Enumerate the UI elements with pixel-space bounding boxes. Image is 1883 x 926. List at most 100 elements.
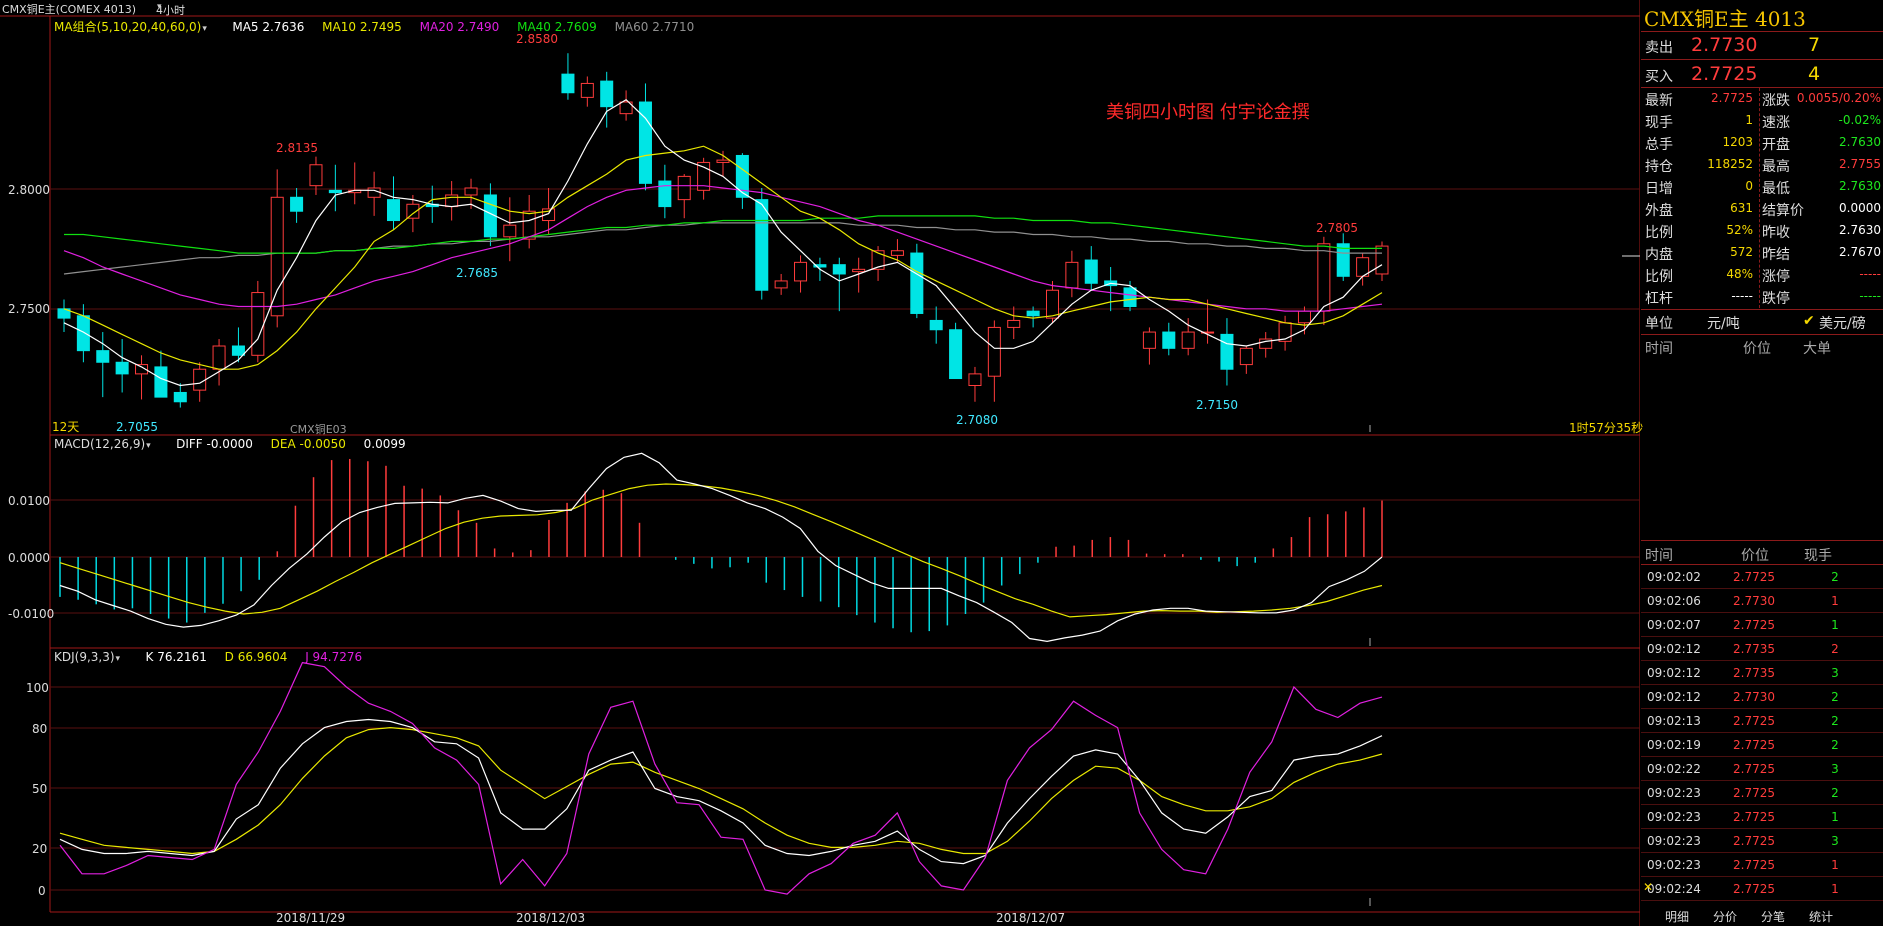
kdj-indicator-label[interactable]: KDJ(9,3,3): [54, 650, 115, 664]
quote-value: 0: [1745, 179, 1753, 193]
x-tick-label: 2018/12/07: [996, 911, 1066, 925]
candle-body: [580, 82, 594, 98]
y-tick-label: 0.0000: [8, 551, 50, 565]
candle-body: [677, 175, 691, 201]
quote-row: 内盘 572 昨结 2.7670: [1641, 242, 1883, 264]
unit-usd-option[interactable]: 美元/磅: [1819, 313, 1866, 333]
trade-row: 09:02:23 2.7725 1: [1641, 853, 1883, 877]
source-label: CMX铜E03: [290, 423, 347, 436]
price-label-high: 2.7805: [1316, 221, 1358, 235]
quote-row: 现手 1 速涨 -0.02%: [1641, 110, 1883, 132]
ma20-value: MA20 2.7490: [419, 20, 500, 34]
candle-body: [115, 361, 129, 375]
chart-canvas[interactable]: [0, 0, 1640, 926]
unit-yuan-option[interactable]: 元/吨: [1707, 313, 1740, 333]
candle-body: [386, 199, 401, 222]
quote-value: 118252: [1707, 157, 1753, 171]
tab-3[interactable]: 统计: [1809, 908, 1833, 925]
candle-body: [328, 189, 342, 194]
candle-body: [1084, 259, 1098, 284]
candle-body: [832, 264, 846, 275]
tab-0[interactable]: 明细: [1665, 908, 1689, 925]
candle-body: [1297, 310, 1311, 324]
trade-row: 09:02:13 2.7725 2: [1641, 709, 1883, 733]
quote-key: 最新: [1645, 93, 1673, 109]
trade-price: 2.7725: [1733, 738, 1775, 752]
kdj-header: KDJ(9,3,3)▾ K 76.2161 D 66.9604 J 94.727…: [54, 650, 376, 666]
kdj-d-value: D 66.9604: [224, 650, 288, 664]
detail-tabs: 明细 分价 分笔 统计: [1657, 906, 1883, 926]
trade-volume: 1: [1831, 882, 1839, 896]
chevron-down-icon[interactable]: ▾: [146, 441, 151, 451]
trade-time: 09:02:12: [1647, 690, 1701, 704]
trade-row: 09:02:12 2.7735 2: [1641, 637, 1883, 661]
kdj-j-value: J 94.7276: [305, 650, 363, 664]
candle-body: [987, 326, 1001, 377]
candle-body: [1123, 287, 1137, 308]
trade-volume: 2: [1831, 570, 1839, 584]
quote-value: 2.7630: [1839, 135, 1881, 149]
x-tick-label: 2018/12/03: [516, 911, 586, 925]
ma-indicator-label[interactable]: MA组合(5,10,20,40,60,0): [54, 20, 201, 34]
candle-body: [600, 80, 614, 108]
y-tick-label: 0: [38, 884, 46, 898]
quote-key: 外盘: [1645, 203, 1673, 219]
candle-body: [290, 196, 304, 212]
price-label-low: 2.7080: [956, 413, 998, 427]
tab-1[interactable]: 分价: [1713, 908, 1737, 925]
sell-row[interactable]: 卖出 2.7730 7: [1641, 31, 1883, 59]
ma5-value: MA5 2.7636: [232, 20, 305, 34]
trade-row: 09:02:24 2.7725 1: [1641, 877, 1883, 901]
quote-value: -----: [1859, 289, 1881, 303]
candle-body: [755, 199, 769, 291]
candle-body: [929, 319, 943, 331]
cursor-icon: ✕: [1643, 880, 1654, 894]
big-time-header: 时间: [1645, 341, 1673, 357]
kdj-j-line: [59, 661, 1383, 895]
trade-row: 09:02:23 2.7725 2: [1641, 781, 1883, 805]
trade-list-header: 时间 价位 现手: [1641, 543, 1883, 565]
quote-row: 杠杆 ----- 跌停 -----: [1641, 286, 1883, 308]
trade-time-header: 时间: [1645, 548, 1673, 564]
trade-volume: 2: [1831, 642, 1839, 656]
candle-body: [1375, 245, 1389, 275]
quote-key: 跌停: [1762, 291, 1790, 307]
macd-value: 0.0099: [363, 437, 406, 451]
trade-time: 09:02:12: [1647, 666, 1701, 680]
chevron-down-icon[interactable]: ▾: [116, 654, 121, 664]
candle-body: [1317, 243, 1331, 312]
trade-volume: 1: [1831, 594, 1839, 608]
quote-value: 1203: [1722, 135, 1753, 149]
candle-body: [910, 252, 924, 314]
trade-time: 09:02:23: [1647, 834, 1701, 848]
kdj-k-line: [59, 718, 1383, 865]
candle-body: [251, 292, 265, 356]
y-tick-label: 100: [26, 681, 49, 695]
trade-price: 2.7725: [1733, 570, 1775, 584]
tab-2[interactable]: 分笔: [1761, 908, 1785, 925]
quote-row: 比例 52% 昨收 2.7630: [1641, 220, 1883, 242]
quote-key: 涨停: [1762, 269, 1790, 285]
chevron-down-icon[interactable]: ▾: [202, 24, 207, 34]
trade-price: 2.7725: [1733, 882, 1775, 896]
trade-volume: 2: [1831, 738, 1839, 752]
quote-key: 杠杆: [1645, 291, 1673, 307]
quote-key: 速涨: [1762, 115, 1790, 131]
quote-value: 631: [1730, 201, 1753, 215]
trade-volume: 3: [1831, 666, 1839, 680]
chevron-down-icon[interactable]: ▾: [157, 2, 162, 12]
trade-price: 2.7725: [1733, 858, 1775, 872]
buy-row[interactable]: 买入 2.7725 4: [1641, 60, 1883, 88]
trade-price: 2.7735: [1733, 642, 1775, 656]
trade-volume: 1: [1831, 858, 1839, 872]
instrument-selector[interactable]: CMX铜E主(COMEX 4013): [2, 1, 136, 17]
macd-indicator-label[interactable]: MACD(12,26,9): [54, 437, 145, 451]
quote-value: 1: [1745, 113, 1753, 127]
trade-price: 2.7730: [1733, 690, 1775, 704]
countdown-label: 1时57分35秒: [1569, 421, 1644, 435]
unit-row: 单位 元/吨 ✔ 美元/磅: [1641, 311, 1883, 333]
macd-dea-line: [59, 483, 1383, 618]
candle-body: [1239, 347, 1253, 366]
candle-body: [658, 180, 672, 208]
candle-body: [1181, 331, 1195, 349]
